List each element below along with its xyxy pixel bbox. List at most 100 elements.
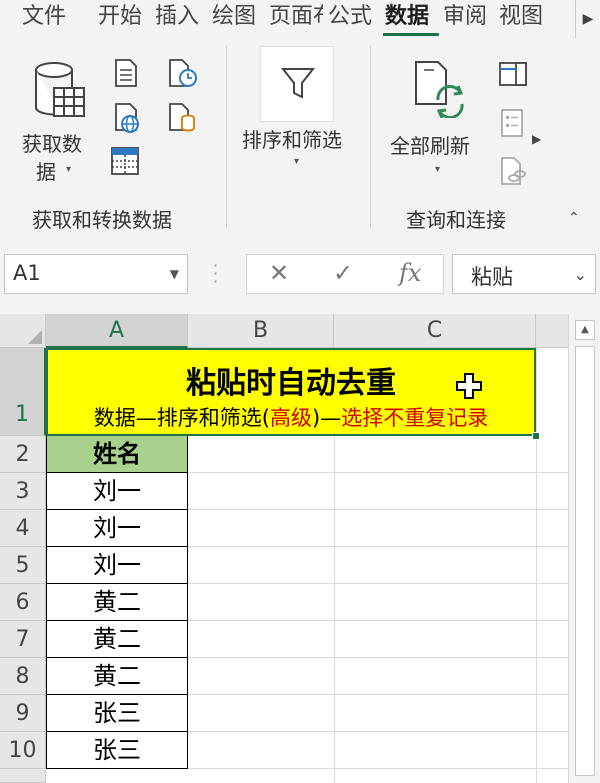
row-header-9[interactable]: 9 — [0, 695, 46, 732]
refresh-all-label: 全部刷新 — [390, 134, 470, 158]
formula-input[interactable]: 粘贴 ⌄ — [452, 254, 596, 294]
database-file-icon — [169, 103, 195, 132]
table-row[interactable]: 张三 — [46, 695, 188, 732]
select-all-button[interactable] — [0, 314, 46, 348]
edit-links-button[interactable] — [498, 156, 528, 190]
title-instructions: 数据—排序和筛选(高级)—选择不重复记录 — [48, 402, 534, 432]
table-row[interactable]: 刘一 — [46, 547, 188, 584]
ribbon-group-divider — [226, 46, 227, 228]
table-range-icon — [111, 147, 139, 175]
tab-scroll-right-button[interactable]: ▶ — [575, 0, 600, 38]
web-file-icon — [115, 103, 139, 133]
fill-handle[interactable] — [532, 432, 540, 440]
tab-home[interactable]: 开始 — [98, 0, 142, 34]
tab-file[interactable]: 文件 — [22, 0, 66, 34]
clock-file-icon — [169, 59, 197, 87]
table-row[interactable]: 张三 — [46, 732, 188, 769]
group-label-queries-connections: 查询和连接 — [406, 208, 506, 232]
table-row[interactable]: 黄二 — [46, 584, 188, 621]
enter-check-icon[interactable]: ✓ — [333, 259, 353, 287]
tab-data[interactable]: 数据 — [385, 0, 429, 34]
row-header-4[interactable]: 4 — [0, 510, 46, 547]
worksheet-grid: A B C 1 2 3 4 5 6 7 8 9 10 粘贴时自动去重 数据—排序… — [0, 314, 600, 783]
ribbon-group-divider — [370, 46, 371, 228]
name-header-cell[interactable]: 姓名 — [46, 436, 188, 473]
drag-handle-icon[interactable]: · · · — [213, 258, 218, 290]
name-box-value: A1 — [13, 261, 41, 285]
table-row[interactable]: 黄二 — [46, 621, 188, 658]
get-data-label-line1: 获取数 — [22, 132, 82, 156]
row-header-5[interactable]: 5 — [0, 547, 46, 584]
queries-connections-button[interactable] — [498, 60, 528, 92]
row-header-7[interactable]: 7 — [0, 621, 46, 658]
gridline — [188, 657, 568, 658]
properties-button[interactable] — [498, 108, 528, 142]
from-web-button[interactable] — [112, 102, 142, 138]
scroll-up-icon[interactable]: ▲ — [575, 320, 595, 340]
queries-pane-icon — [499, 62, 527, 86]
properties-icon — [501, 109, 523, 137]
chevron-down-icon[interactable]: ⌄ — [574, 265, 587, 284]
ribbon-panel: 获取数 据 ▾ 获取和转换数据 排序和筛选 ▾ 全部刷新 ▾ 查询和连接 ▶ ⌃ — [0, 38, 600, 235]
chevron-down-icon: ▾ — [294, 156, 300, 167]
row-header-6[interactable]: 6 — [0, 584, 46, 621]
row-header-next[interactable] — [0, 769, 46, 783]
gridline — [188, 583, 568, 584]
refresh-all-button[interactable] — [412, 58, 468, 122]
gridline — [188, 472, 568, 473]
cancel-icon[interactable]: ✕ — [269, 259, 289, 287]
tab-insert[interactable]: 插入 — [155, 0, 199, 34]
from-text-button[interactable] — [112, 58, 140, 92]
row-header-8[interactable]: 8 — [0, 658, 46, 695]
formula-buttons: ✕ ✓ fx — [246, 254, 444, 294]
row-header-10[interactable]: 10 — [0, 732, 46, 769]
chevron-down-icon: ▾ — [66, 164, 72, 175]
table-row[interactable]: 黄二 — [46, 658, 188, 695]
gridline — [188, 509, 568, 510]
recent-sources-button[interactable] — [166, 58, 198, 94]
instruction-text: 数据—排序和筛选( — [93, 406, 270, 430]
tab-formulas[interactable]: 公式 — [328, 0, 372, 34]
column-header-a[interactable]: A — [46, 314, 188, 348]
ribbon-scroll-right-icon[interactable]: ▶ — [532, 132, 541, 146]
active-tab-indicator — [383, 33, 439, 36]
gridline — [536, 348, 537, 783]
gridline — [188, 546, 568, 547]
chevron-down-icon: ▾ — [435, 164, 441, 175]
column-header-next[interactable] — [536, 314, 568, 348]
tab-review[interactable]: 审阅 — [443, 0, 487, 34]
collapse-ribbon-icon[interactable]: ⌃ — [568, 210, 580, 226]
from-table-button[interactable] — [110, 146, 140, 180]
get-data-label-line2: 据 — [36, 160, 56, 184]
ribbon-tab-bar: 文件 开始 插入 绘图 页面布 公式 数据 审阅 视图 ▶ — [0, 0, 600, 38]
chevron-right-icon: ▶ — [582, 11, 594, 27]
group-label-get-transform: 获取和转换数据 — [32, 208, 172, 232]
tab-draw[interactable]: 绘图 — [212, 0, 256, 34]
instruction-highlight: 选择不重复记录 — [341, 406, 489, 430]
column-header-b[interactable]: B — [188, 314, 334, 348]
link-file-icon — [501, 157, 526, 185]
scrollbar-thumb[interactable] — [575, 346, 595, 776]
cell-cursor-icon — [455, 372, 483, 404]
vertical-scrollbar[interactable]: ▲ — [568, 314, 600, 783]
name-box[interactable]: A1 ▼ — [4, 254, 188, 294]
filter-funnel-icon — [280, 68, 316, 99]
row-header-1[interactable]: 1 — [0, 348, 46, 436]
formula-bar: A1 ▼ · · · ✕ ✓ fx 粘贴 ⌄ — [0, 234, 600, 314]
table-row[interactable]: 刘一 — [46, 510, 188, 547]
get-data-button[interactable] — [30, 60, 86, 124]
tab-page-layout[interactable]: 页面布 — [269, 0, 323, 34]
existing-connections-button[interactable] — [166, 102, 198, 138]
insert-function-button[interactable]: fx — [399, 259, 421, 287]
row-header-3[interactable]: 3 — [0, 473, 46, 510]
column-header-c[interactable]: C — [334, 314, 536, 348]
text-file-icon — [115, 59, 137, 87]
table-row[interactable]: 刘一 — [46, 473, 188, 510]
chevron-down-icon[interactable]: ▼ — [170, 267, 179, 281]
gridline — [188, 620, 568, 621]
instruction-text: )— — [312, 406, 342, 430]
sort-filter-button[interactable] — [260, 46, 334, 122]
tab-view[interactable]: 视图 — [499, 0, 543, 34]
refresh-file-icon — [415, 61, 464, 119]
row-header-2[interactable]: 2 — [0, 436, 46, 473]
